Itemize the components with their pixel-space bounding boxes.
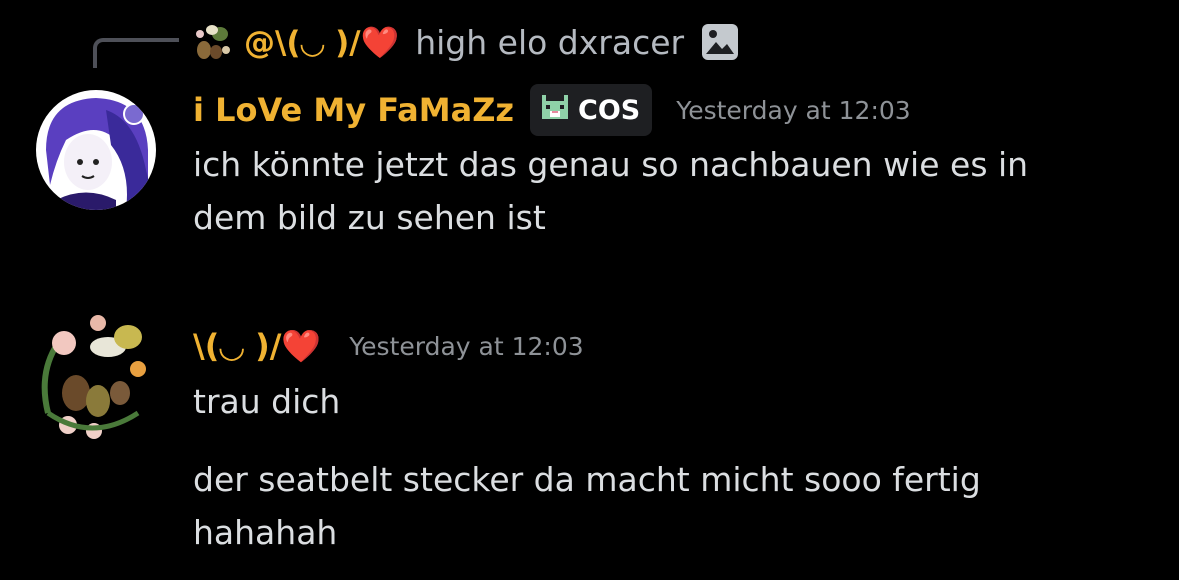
reply-text[interactable]: high elo dxracer — [415, 23, 684, 62]
timestamp[interactable]: Yesterday at 12:03 — [349, 332, 583, 361]
message-text-line: trau dich — [193, 382, 341, 421]
image-icon — [700, 22, 740, 62]
message-text-line: dem bild zu sehen ist — [193, 198, 546, 237]
message-text-line: ich könnte jetzt das genau so nachbauen … — [193, 145, 1029, 184]
user-avatar[interactable] — [36, 90, 156, 210]
reply-author[interactable]: @\(◡ )/❤️ — [244, 24, 399, 61]
tag-label: COS — [578, 94, 641, 126]
reply-reference[interactable]: @\(◡ )/❤️ high elo dxracer — [190, 18, 740, 66]
reply-spine — [93, 38, 179, 68]
pixel-cat-icon — [538, 91, 572, 129]
message-text-line: hahahah — [193, 513, 338, 552]
message-text-line: der seatbelt stecker da macht micht sooo… — [193, 460, 981, 499]
message-header: i LoVe My FaMaZz COS Yesterday at 12:03 — [193, 82, 911, 138]
message-header: \(◡ )/❤️ Yesterday at 12:03 — [193, 318, 584, 374]
reply-avatar[interactable] — [190, 20, 234, 64]
username[interactable]: \(◡ )/❤️ — [193, 327, 321, 365]
user-avatar[interactable] — [28, 313, 156, 441]
guild-tag[interactable]: COS — [530, 84, 653, 136]
timestamp[interactable]: Yesterday at 12:03 — [676, 96, 910, 125]
username[interactable]: i LoVe My FaMaZz — [193, 91, 514, 129]
